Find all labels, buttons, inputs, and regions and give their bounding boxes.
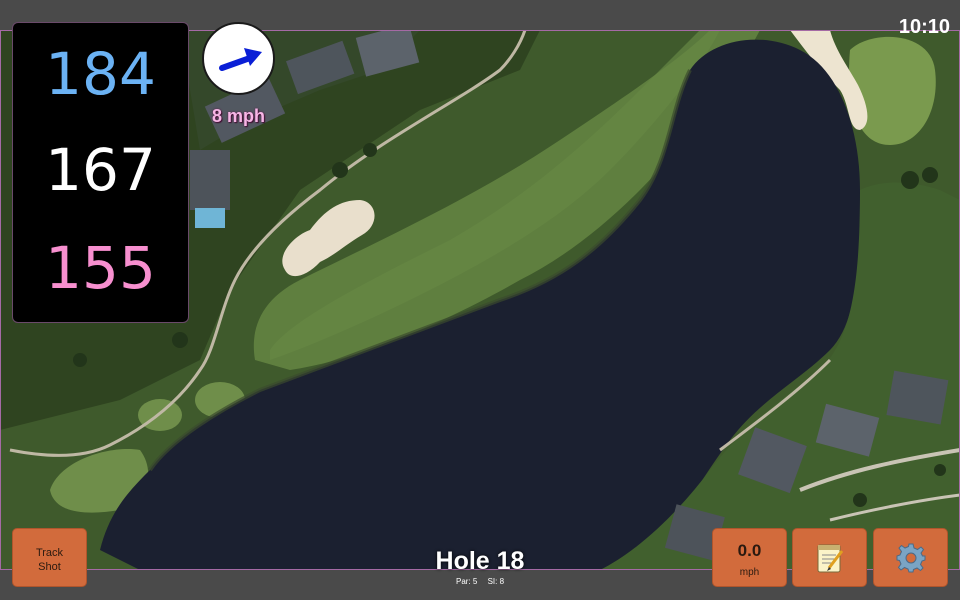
notes-button[interactable]: [792, 528, 867, 587]
hole-par: Par: 5: [455, 577, 478, 586]
wind-arrow-icon: [219, 48, 262, 71]
speed-value: 0.0: [737, 541, 762, 560]
track-shot-label-line1: Track: [35, 547, 64, 559]
clock-time: 10:10: [898, 16, 950, 38]
speed-unit: mph: [739, 567, 760, 578]
hole-title: Hole 18: [435, 547, 525, 575]
back-distance: 184: [45, 40, 156, 108]
distance-panel: 184 167 155: [12, 22, 189, 323]
wind-indicator: [202, 22, 275, 95]
track-shot-button[interactable]: Track Shot: [12, 528, 87, 587]
gear-icon: [896, 543, 926, 573]
front-distance: 155: [45, 234, 156, 302]
notepad-icon: [817, 544, 844, 573]
hole-info: Par: 5 SI: 8: [380, 577, 580, 586]
hole-stroke-index: SI: 8: [487, 577, 505, 586]
settings-button[interactable]: [873, 528, 948, 587]
wind-speed-label: 8 mph: [211, 106, 265, 126]
middle-distance: 167: [45, 136, 156, 204]
track-shot-label-line2: Shot: [38, 561, 61, 573]
speed-button[interactable]: 0.0 mph: [712, 528, 787, 587]
